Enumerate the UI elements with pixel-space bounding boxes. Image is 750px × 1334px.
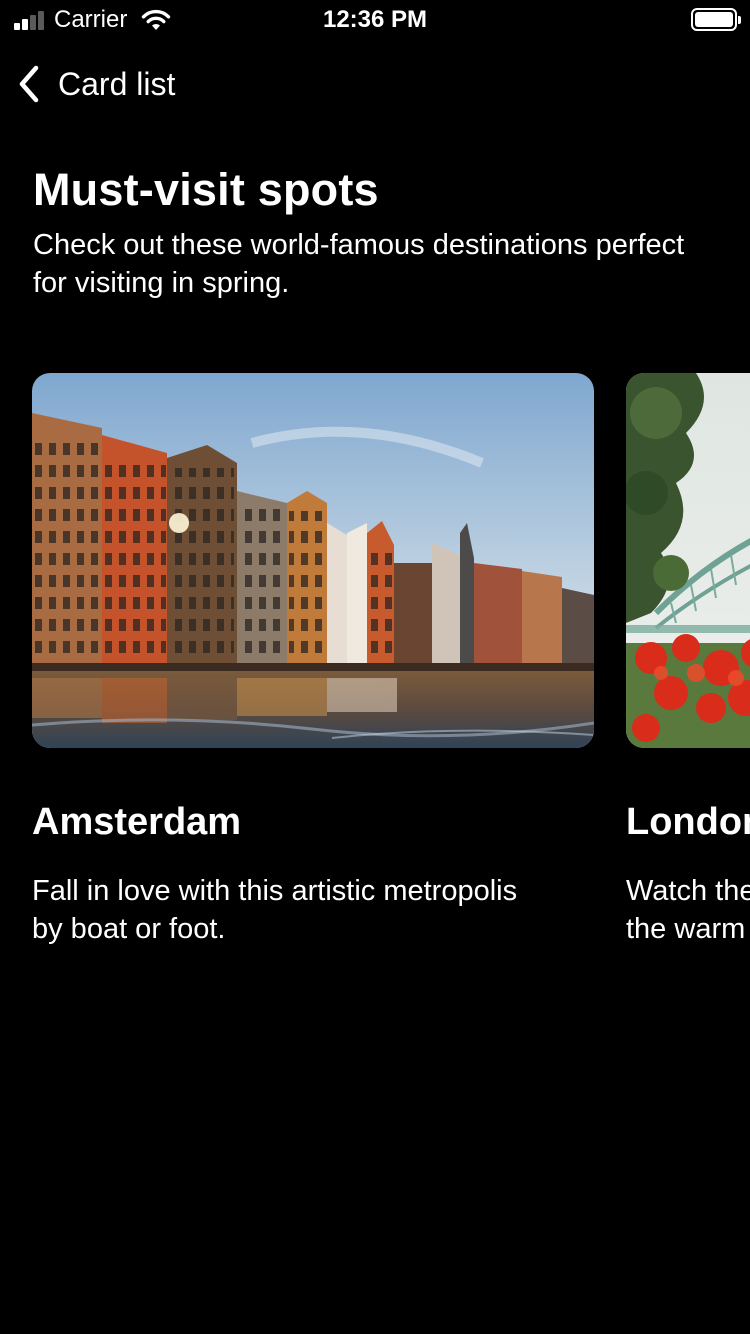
destination-card-amsterdam[interactable]: Amsterdam Fall in love with this artisti… — [32, 373, 594, 948]
navigation-bar: Card list — [0, 56, 750, 112]
chevron-left-icon — [19, 65, 39, 103]
london-bridge-with-red-flowers-photo — [626, 373, 750, 748]
amsterdam-canal-houses-photo — [32, 373, 594, 748]
battery-full-icon — [691, 8, 741, 31]
status-bar: Carrier 12:36 PM — [0, 0, 750, 40]
status-time: 12:36 PM — [322, 6, 428, 33]
back-button[interactable]: Card list — [14, 60, 175, 108]
card-carousel[interactable]: Amsterdam Fall in love with this artisti… — [0, 373, 750, 993]
card-title: London — [626, 801, 750, 843]
back-button-label: Card list — [58, 65, 176, 102]
card-description: Watch the the warm — [626, 875, 750, 945]
page-title: Must-visit spots — [33, 164, 379, 215]
page-subtitle: Check out these world-famous destination… — [33, 229, 685, 299]
destination-card-london[interactable]: London Watch the the warm — [626, 373, 750, 948]
card-description: Fall in love with this artistic metropol… — [32, 875, 518, 945]
card-title: Amsterdam — [32, 801, 242, 843]
